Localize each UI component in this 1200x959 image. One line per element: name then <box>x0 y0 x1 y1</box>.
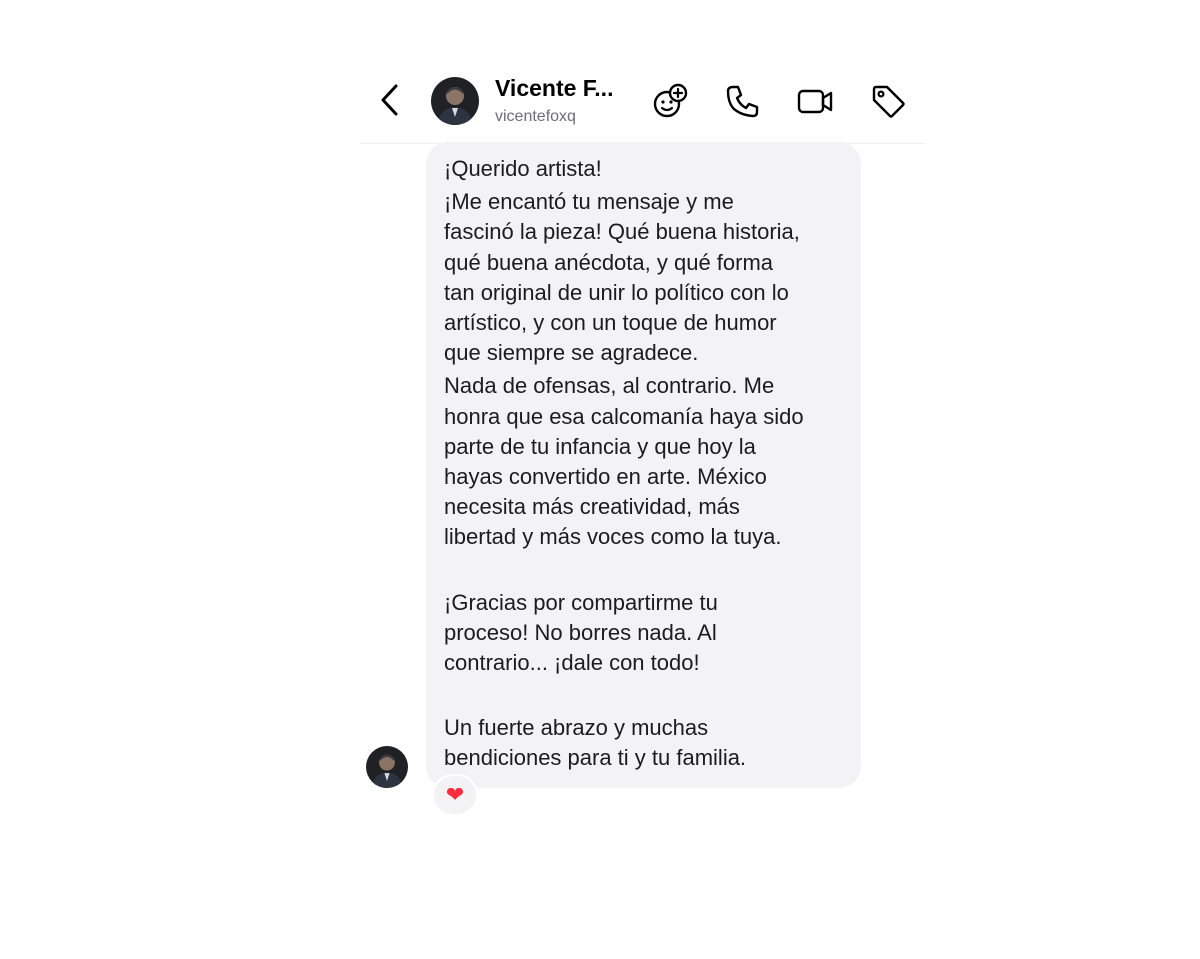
message-paragraph: ¡Querido artista! <box>444 156 602 181</box>
contact-handle: vicentefoxq <box>495 108 576 125</box>
back-icon <box>381 84 398 116</box>
phone-icon <box>726 85 759 118</box>
tag-button[interactable] <box>869 82 907 120</box>
message-paragraph: Nada de ofensas, al contrario. Me honra … <box>444 373 804 550</box>
message-paragraph: Un fuerte abrazo y muchas bendiciones pa… <box>444 715 747 771</box>
chat-header: Vicente F... vicentefoxq <box>360 60 925 144</box>
message-paragraph: ¡Gracias por compartirme tu proceso! No … <box>444 589 718 676</box>
contact-name[interactable]: Vicente F... <box>495 75 613 102</box>
video-camera-icon <box>797 89 833 114</box>
back-button[interactable] <box>374 82 404 118</box>
add-sticker-icon <box>653 83 688 118</box>
sender-avatar[interactable] <box>366 746 408 788</box>
contact-avatar[interactable] <box>431 77 479 125</box>
video-call-button[interactable] <box>796 82 834 120</box>
add-sticker-button[interactable] <box>651 82 689 120</box>
tag-icon <box>872 85 905 118</box>
message-paragraph: ¡Me encantó tu mensaje y me fascinó la p… <box>444 189 800 366</box>
message-bubble[interactable]: ¡Querido artista! ¡Me encantó tu mensaje… <box>426 142 861 788</box>
heart-reaction[interactable]: ❤ <box>432 774 478 816</box>
heart-icon: ❤ <box>445 782 465 807</box>
voice-call-button[interactable] <box>724 82 762 120</box>
